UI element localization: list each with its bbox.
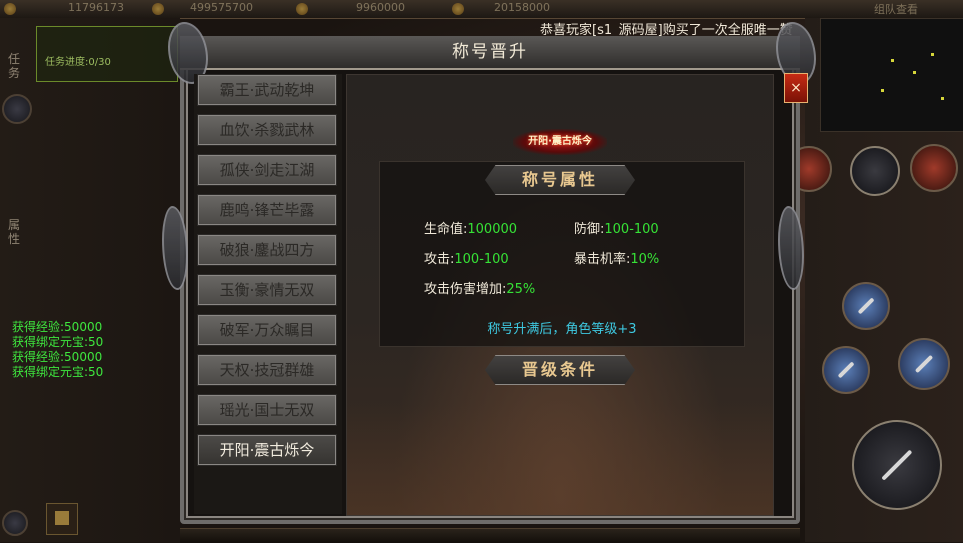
gold-ingot-icon (152, 3, 164, 15)
title-item[interactable]: 鹿鸣·锋芒毕露 (197, 194, 337, 226)
tab-attributes[interactable]: 属性 (8, 218, 26, 246)
title-item[interactable]: 天权·技冠群雄 (197, 354, 337, 386)
chat-line: 获得绑定元宝:50 (12, 365, 104, 379)
title-item-selected[interactable]: 开阳·震古烁今 (197, 434, 337, 466)
title-promotion-dialog: 称号晋升 × 霸王·武动乾坤 血饮·杀戮武林 孤侠·剑走江湖 鹿鸣·锋芒毕露 破… (162, 22, 816, 524)
faded-attribute-list (30, 200, 170, 320)
chat-line: 获得绑定元宝:50 (12, 335, 104, 349)
resource-4: 20158000 (494, 1, 550, 14)
minimap[interactable] (820, 18, 963, 132)
attack-button[interactable] (852, 420, 942, 510)
attr-defense: 防御:100-100 (574, 222, 659, 237)
title-item[interactable]: 破狼·鏖战四方 (197, 234, 337, 266)
team-view-label[interactable]: 组队查看 (874, 1, 918, 17)
resource-3: 9960000 (356, 1, 405, 14)
title-item[interactable]: 血饮·杀戮武林 (197, 114, 337, 146)
tab-quest[interactable]: 任务 (8, 52, 26, 80)
sword-icon (881, 449, 913, 481)
title-item[interactable]: 玉衡·豪情无双 (197, 274, 337, 306)
level-note: 称号升满后，角色等级+3 (487, 322, 637, 337)
quest-tracker[interactable]: 任务进度:0/30 (36, 26, 178, 82)
title-item[interactable]: 霸王·武动乾坤 (197, 74, 337, 106)
chat-line: 获得经验:50000 (12, 320, 103, 334)
resource-2: 499575700 (190, 1, 253, 14)
resource-1: 11796173 (68, 1, 124, 14)
bag-icon (55, 511, 69, 525)
title-list: 霸王·武动乾坤 血饮·杀戮武林 孤侠·剑走江湖 鹿鸣·锋芒毕露 破狼·鏖战四方 … (194, 74, 342, 514)
dialog-title: 称号晋升 (452, 42, 528, 62)
chat-log: 获得经验:50000 获得绑定元宝:50 获得经验:50000 获得绑定元宝:5… (12, 320, 103, 380)
hud-round-button[interactable] (2, 94, 32, 124)
title-detail-panel: 开阳·震古烁今 生命值:100000 防御:100-100 攻击:100-100… (346, 74, 774, 516)
coin-icon (4, 3, 16, 15)
blade-icon (857, 297, 875, 315)
resource-bar: 11796173 499575700 9960000 20158000 组队查看 (0, 0, 963, 19)
exp-bar (180, 528, 800, 543)
skill-button-2[interactable] (850, 146, 900, 196)
upgrade-conditions-header: 晋级条件 (485, 355, 635, 385)
skill-button-5[interactable] (822, 346, 870, 394)
bound-gold-icon (452, 3, 464, 15)
gem-icon (296, 3, 308, 15)
skill-button-3[interactable] (910, 144, 958, 192)
chat-line: 获得经验:50000 (12, 350, 103, 364)
skill-button-6[interactable] (898, 338, 950, 390)
attr-damage-bonus: 攻击伤害增加:25% (424, 282, 536, 297)
bag-button[interactable] (46, 503, 78, 535)
blade-icon (914, 354, 934, 374)
hud-round-button-2[interactable] (2, 510, 28, 536)
title-badge: 开阳·震古烁今 (513, 129, 607, 155)
attr-crit: 暴击机率:10% (574, 252, 660, 267)
quest-progress: 任务进度:0/30 (45, 57, 111, 68)
title-item[interactable]: 孤侠·剑走江湖 (197, 154, 337, 186)
title-item[interactable]: 瑶光·国士无双 (197, 394, 337, 426)
attributes-header: 称号属性 (485, 165, 635, 195)
title-item[interactable]: 破军·万众瞩目 (197, 314, 337, 346)
skill-button-4[interactable] (842, 282, 890, 330)
dialog-titlebar: 称号晋升 (180, 36, 800, 70)
close-button[interactable]: × (784, 73, 808, 103)
attr-attack: 攻击:100-100 (424, 252, 509, 267)
floor-backdrop (347, 405, 773, 515)
blade-icon (837, 361, 855, 379)
attr-hp: 生命值:100000 (424, 222, 518, 237)
